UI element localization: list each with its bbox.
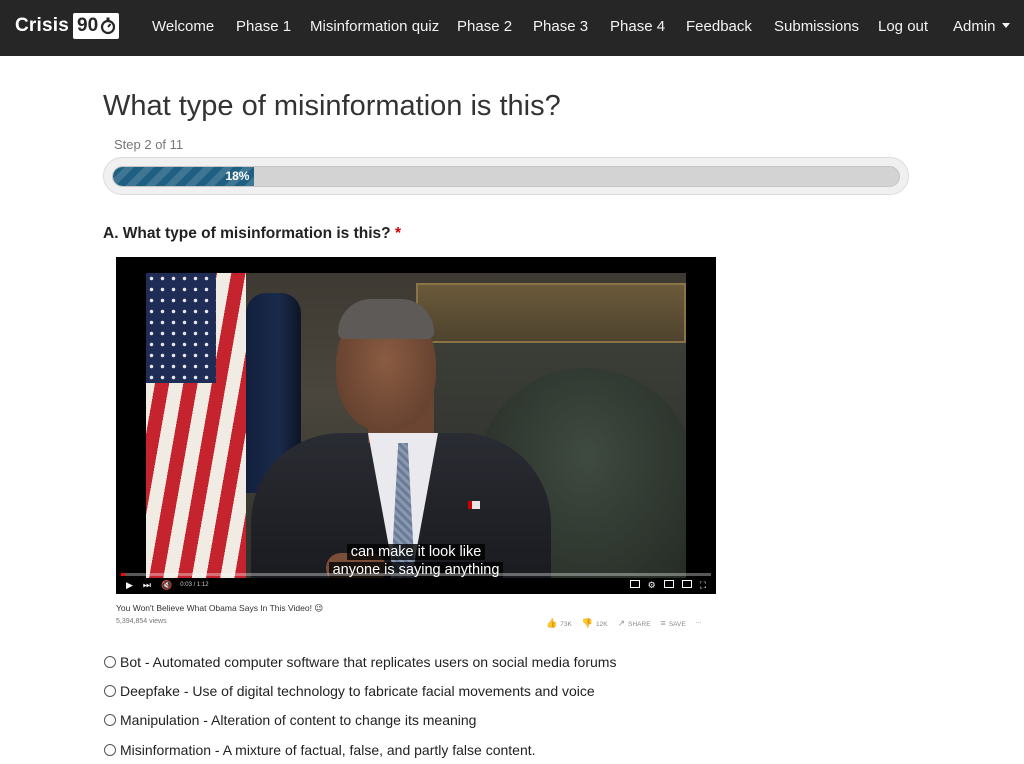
- theater-icon[interactable]: [681, 579, 692, 588]
- nav-phase-3[interactable]: Phase 3: [533, 0, 588, 56]
- option-bot[interactable]: Bot - Automated computer software that r…: [104, 652, 616, 672]
- nav-welcome[interactable]: Welcome: [152, 0, 214, 56]
- captions-icon[interactable]: [629, 579, 640, 588]
- radio-deepfake[interactable]: [104, 685, 116, 697]
- nav-submissions[interactable]: Submissions: [774, 0, 859, 56]
- navbar: Crisis 90 Welcome Phase 1 Misinformation…: [0, 0, 1024, 56]
- video-controls-right: ⚙ ⛶: [629, 579, 716, 591]
- flag-pin: [468, 501, 480, 509]
- progress-fill: 18%: [113, 167, 255, 186]
- dislike-count: 12K: [596, 621, 608, 628]
- share-button[interactable]: ↗ SHARE: [618, 618, 651, 629]
- option-deepfake-label: Deepfake - Use of digital technology to …: [120, 683, 595, 699]
- video-frame: can make it look like anyone is saying a…: [146, 273, 686, 578]
- nav-admin-label: Admin: [953, 18, 996, 35]
- nav-phase-4[interactable]: Phase 4: [610, 0, 665, 56]
- radio-misinformation[interactable]: [104, 744, 116, 756]
- progress-track: 18%: [112, 166, 900, 187]
- like-button[interactable]: 👍 73K: [546, 618, 572, 629]
- nav-admin-dropdown[interactable]: Admin: [953, 0, 1010, 56]
- play-icon[interactable]: ▶: [126, 580, 133, 591]
- video-player[interactable]: can make it look like anyone is saying a…: [116, 257, 716, 594]
- next-icon[interactable]: ⏭: [143, 580, 151, 591]
- caret-down-icon: [1001, 23, 1010, 28]
- thumbs-up-icon: 👍: [546, 618, 558, 628]
- option-bot-label: Bot - Automated computer software that r…: [120, 654, 617, 670]
- nav-phase-1[interactable]: Phase 1: [236, 0, 291, 56]
- radio-manipulation[interactable]: [104, 714, 116, 726]
- progress-bar: 18%: [103, 157, 909, 195]
- speaker-hair: [338, 299, 434, 339]
- settings-icon[interactable]: ⚙: [648, 580, 656, 591]
- option-manipulation[interactable]: Manipulation - Alteration of content to …: [104, 710, 476, 730]
- subtitle-line-1: can make it look like: [346, 544, 486, 560]
- save-label: SAVE: [668, 621, 686, 628]
- more-button[interactable]: ...: [696, 618, 701, 629]
- page-title: What type of misinformation is this?: [103, 90, 561, 122]
- stopwatch-icon: [101, 17, 116, 35]
- nav-log-out[interactable]: Log out: [878, 0, 928, 56]
- brand-number: 90: [77, 15, 99, 36]
- option-misinformation-label: Misinformation - A mixture of factual, f…: [120, 742, 536, 758]
- brand-text: Crisis: [15, 15, 70, 36]
- option-deepfake[interactable]: Deepfake - Use of digital technology to …: [104, 681, 595, 701]
- dislike-button[interactable]: 👎 12K: [582, 618, 608, 629]
- share-label: SHARE: [628, 621, 651, 628]
- thumbs-down-icon: 👎: [581, 618, 594, 628]
- video-views: 5,394,854 views: [116, 618, 167, 625]
- radio-bot[interactable]: [104, 656, 116, 668]
- video-title[interactable]: You Won't Believe What Obama Says In Thi…: [116, 603, 323, 614]
- video-controls: ▶ ⏭ 🔇 0:03 / 1:12 ⚙ ⛶: [116, 576, 716, 594]
- required-marker: *: [394, 225, 401, 242]
- american-flag: [146, 273, 246, 578]
- like-count: 73K: [560, 621, 572, 628]
- flag-canton: [146, 273, 216, 383]
- progress-label: 18%: [225, 169, 250, 183]
- volume-icon[interactable]: 🔇: [161, 580, 172, 591]
- video-actions: 👍 73K 👎 12K ↗ SHARE ≡ SAVE ...: [546, 618, 701, 629]
- video-time: 0:03 / 1:12: [180, 582, 209, 588]
- nav-phase-2[interactable]: Phase 2: [457, 0, 512, 56]
- option-misinformation[interactable]: Misinformation - A mixture of factual, f…: [104, 740, 536, 760]
- wall-painting: [416, 283, 686, 343]
- brand-logo[interactable]: Crisis 90: [15, 13, 120, 39]
- share-icon: ↗: [617, 618, 626, 628]
- brand-number-box: 90: [73, 13, 120, 39]
- save-button[interactable]: ≡ SAVE: [661, 618, 686, 629]
- miniplayer-icon[interactable]: [663, 579, 674, 588]
- step-indicator: Step 2 of 11: [114, 137, 184, 152]
- question-text: A. What type of misinformation is this?: [103, 225, 391, 242]
- question-label: A. What type of misinformation is this? …: [103, 225, 401, 243]
- nav-feedback[interactable]: Feedback: [686, 0, 752, 56]
- save-icon: ≡: [660, 618, 666, 628]
- option-manipulation-label: Manipulation - Alteration of content to …: [120, 712, 477, 728]
- fullscreen-icon[interactable]: ⛶: [700, 580, 706, 591]
- nav-misinformation-quiz[interactable]: Misinformation quiz: [310, 0, 439, 56]
